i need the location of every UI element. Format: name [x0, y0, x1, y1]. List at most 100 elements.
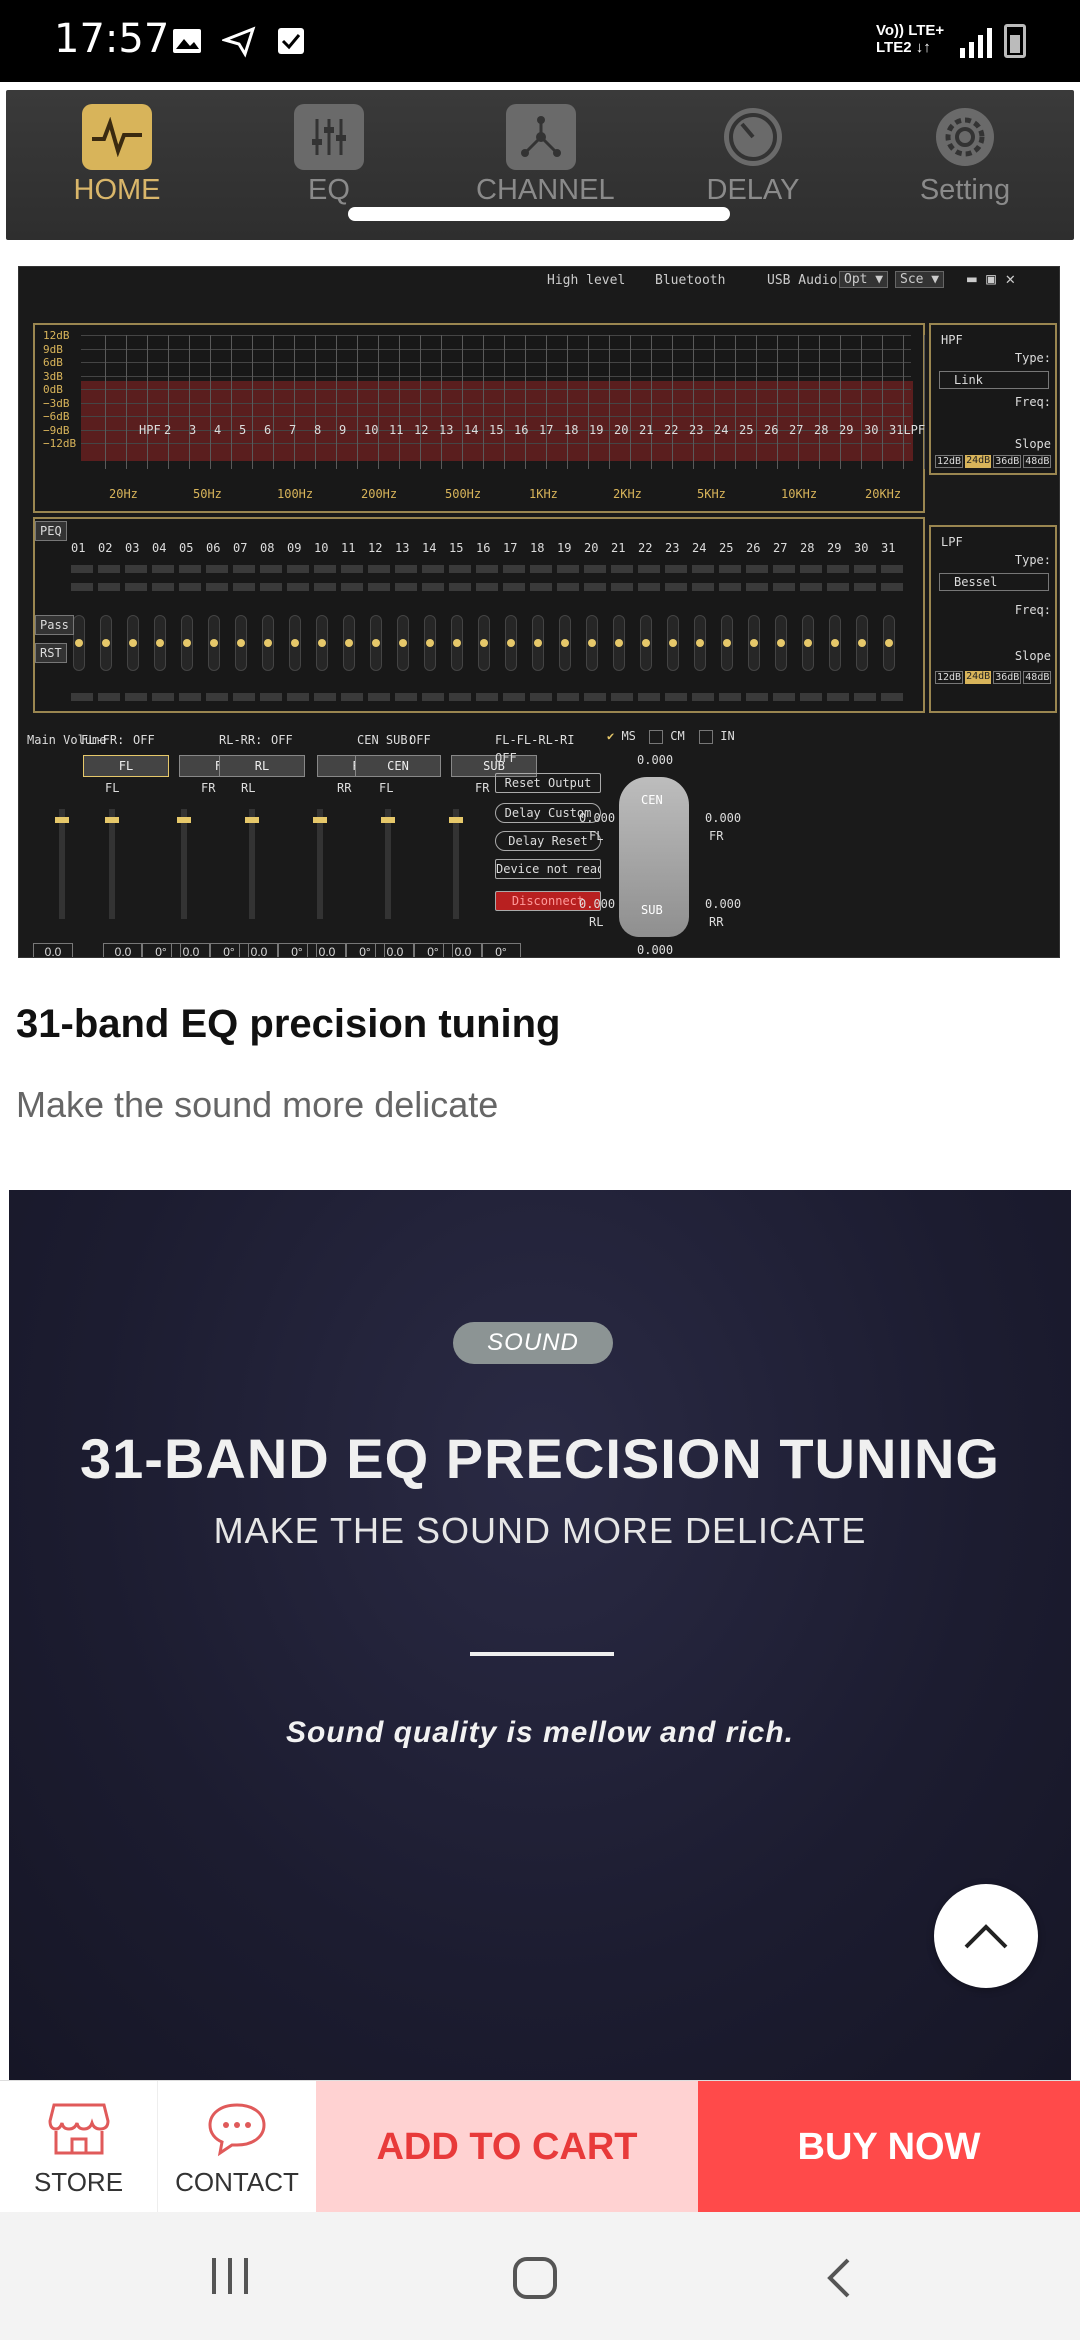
scroll-to-top-button[interactable]: [934, 1884, 1038, 1988]
eq-grid-vline: [504, 335, 505, 469]
battery-icon: [1004, 24, 1026, 58]
lpf-slope-48: 48dB: [1023, 671, 1052, 684]
eq-band-freq-cell: [584, 693, 606, 701]
eq-grid-vline: [819, 335, 820, 469]
eq-band-slider-knob: [588, 639, 596, 647]
eq-band-number: 10: [314, 541, 329, 555]
eq-band-q-cell: [692, 583, 714, 591]
eq-band-sliders: 01 02 03 04 05 06 07 08 09 10 11 12 13 14 15 16 17 18 19 20…: [33, 517, 925, 713]
eq-band-freq-cell: [368, 693, 390, 701]
contact-button[interactable]: CONTACT: [158, 2081, 316, 2213]
eq-software-image: High level Bluetooth USB Audio Opt ▼ Sce…: [18, 266, 1060, 958]
eq-band-number: 25: [719, 541, 734, 555]
eq-band-gain-cell: [233, 565, 255, 573]
eq-band-freq-cell: [341, 693, 363, 701]
eq-grid-vline: [861, 335, 862, 469]
eq-band-marker: 20: [614, 423, 629, 437]
eq-band-marker: 31LPF: [889, 423, 926, 437]
eq-band-freq-cell: [206, 693, 228, 701]
eq-band-slider-knob: [669, 639, 677, 647]
eq-band-slider-knob: [264, 639, 272, 647]
buy-now-button[interactable]: BUY NOW: [698, 2081, 1080, 2213]
eq-band-q-cell: [881, 583, 903, 591]
fl-select: FL: [105, 781, 120, 795]
eq-band-freq-cell: [233, 693, 255, 701]
hpf-type-label: Type:: [1014, 351, 1051, 365]
sound-tag: SOUND: [453, 1322, 613, 1364]
eq-band-marker: 23: [689, 423, 704, 437]
eq-band-q-cell: [422, 583, 444, 591]
bluetooth-indicator: Bluetooth: [655, 273, 726, 288]
eq-grid-vline: [882, 335, 883, 469]
eq-grid-vline: [399, 335, 400, 469]
store-label: STORE: [33, 2167, 124, 2197]
eq-band-q-cell: [773, 583, 795, 591]
eq-band-freq-cell: [854, 693, 876, 701]
channel-fader-track: [109, 809, 115, 919]
car-sub-label: SUB: [641, 903, 663, 917]
opt-dropdown: Opt ▼: [839, 271, 889, 288]
eq-band-number: 13: [395, 541, 410, 555]
eq-band-slider-knob: [777, 639, 785, 647]
nav-eq: EQ: [264, 104, 394, 207]
eq-graph: 12dB 9dB 6dB 3dB 0dB −3dB −6dB −9dB −12dB 20Hz 50H…: [33, 323, 925, 513]
lpf-freq-label: Freq:: [1014, 603, 1051, 617]
eq-band-slider-knob: [858, 639, 866, 647]
eq-band-gain-cell: [854, 565, 876, 573]
eq-band-gain-cell: [287, 565, 309, 573]
eq-band-gain-cell: [719, 565, 741, 573]
eq-band-q-cell: [125, 583, 147, 591]
eq-grid-vline: [315, 335, 316, 469]
eq-band-marker: 8: [314, 423, 322, 437]
eq-band-gain-cell: [260, 565, 282, 573]
eq-band-q-cell: [584, 583, 606, 591]
lpf-slope-12: 12dB: [935, 671, 964, 684]
channel-phase-value: 0°: [481, 943, 521, 957]
add-to-cart-button[interactable]: ADD TO CART: [316, 2081, 698, 2213]
eq-band-marker: 17: [539, 423, 554, 437]
rl-rr-mode: OFF: [271, 733, 293, 747]
image-carousel-handle[interactable]: [348, 207, 730, 221]
rst-button: RST: [35, 643, 67, 663]
eq-grid-vline: [147, 335, 148, 469]
hpf-slope-24: 24dB: [965, 455, 992, 468]
peq-button: PEQ: [35, 521, 67, 541]
eq-grid-vline: [441, 335, 442, 469]
recent-apps-icon[interactable]: [208, 2256, 252, 2296]
nav-channel-label: CHANNEL: [476, 174, 615, 206]
eq-band-q-cell: [179, 583, 201, 591]
eq-band-number: 19: [557, 541, 572, 555]
back-icon[interactable]: [820, 2256, 856, 2300]
store-button[interactable]: STORE: [0, 2081, 158, 2213]
eq-band-freq-cell: [692, 693, 714, 701]
eq-band-slider-knob: [210, 639, 218, 647]
eq-grid-vline: [168, 335, 169, 469]
eq-band-q-cell: [476, 583, 498, 591]
eq-grid-vline: [294, 335, 295, 469]
eq-band-marker: 29: [839, 423, 854, 437]
eq-band-q-cell: [611, 583, 633, 591]
eq-band-marker: 12: [414, 423, 429, 437]
eq-band-q-cell: [449, 583, 471, 591]
channel-fader-knob: [313, 817, 327, 823]
promo-image: SOUND 31-BAND EQ PRECISION TUNING MAKE T…: [9, 1190, 1071, 2080]
eq-grid-vline: [777, 335, 778, 469]
eq-band-q-cell: [260, 583, 282, 591]
eq-band-slider-knob: [183, 639, 191, 647]
eq-band-q-cell: [71, 583, 93, 591]
home-icon[interactable]: [512, 2256, 558, 2300]
channel-gain-value: 0.0: [375, 943, 415, 957]
eq-band-slider-knob: [318, 639, 326, 647]
eq-band-number: 03: [125, 541, 140, 555]
channel-gain-value: 0.0: [171, 943, 211, 957]
eq-band-slider-knob: [507, 639, 515, 647]
eq-hz-label: 2KHz: [613, 487, 642, 501]
eq-band-q-cell: [557, 583, 579, 591]
eq-band-slider-knob: [102, 639, 110, 647]
contact-label: CONTACT: [175, 2167, 299, 2197]
eq-hz-label: 20KHz: [865, 487, 902, 501]
in-checkbox: IN: [699, 729, 735, 744]
car-sub-delay: 0.000: [637, 943, 674, 957]
clock-icon: [718, 104, 788, 170]
eq-grid-vline: [693, 335, 694, 469]
